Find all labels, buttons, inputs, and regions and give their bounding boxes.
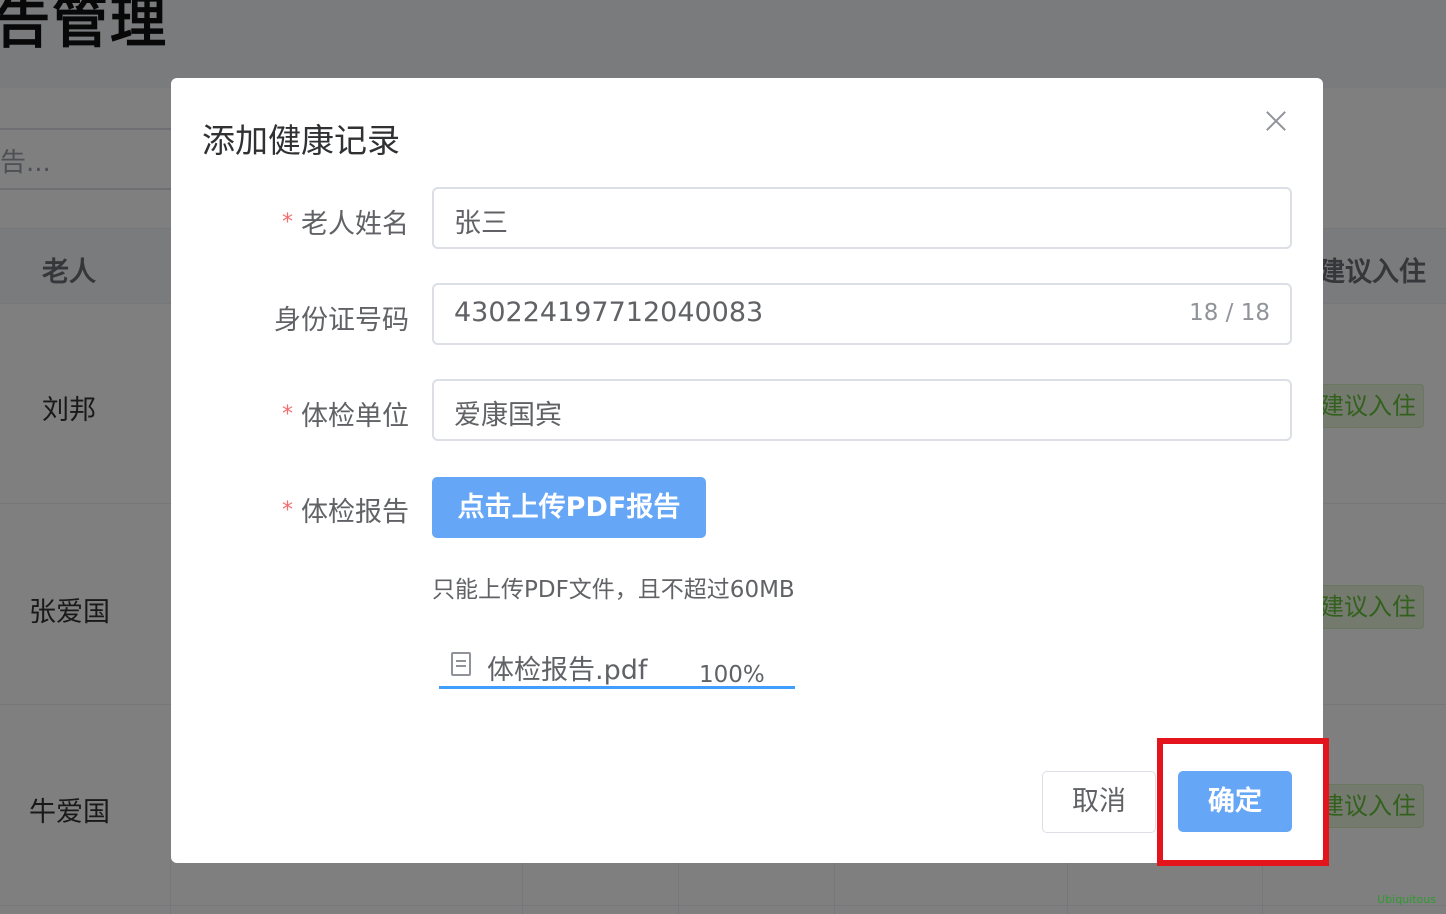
- required-asterisk: *: [282, 210, 293, 235]
- close-icon[interactable]: [1263, 108, 1289, 134]
- exam-unit-label: * 体检单位: [282, 394, 409, 433]
- cancel-button[interactable]: 取消: [1042, 771, 1156, 833]
- watermark: Ubiquitous: [1377, 893, 1436, 906]
- add-health-record-dialog: 添加健康记录 * 老人姓名 张三 身份证号码 430224197712040083…: [171, 78, 1323, 863]
- document-icon: [451, 652, 471, 676]
- required-asterisk: *: [282, 402, 293, 427]
- upload-tip: 只能上传PDF文件，且不超过60MB: [432, 577, 795, 603]
- id-number-field[interactable]: 430224197712040083 18 / 18: [432, 283, 1292, 345]
- upload-progress-text: 100%: [699, 662, 765, 688]
- dialog-title: 添加健康记录: [202, 121, 400, 160]
- upload-pdf-button[interactable]: 点击上传PDF报告: [432, 477, 706, 538]
- id-number-char-count: 18 / 18: [1189, 300, 1270, 326]
- id-number-value: 430224197712040083: [454, 297, 764, 328]
- uploaded-file-item[interactable]: 体检报告.pdf 100%: [439, 644, 795, 690]
- elder-name-label-text: 老人姓名: [301, 209, 409, 240]
- uploaded-file-name: 体检报告.pdf: [487, 655, 648, 686]
- confirm-button[interactable]: 确定: [1178, 771, 1292, 832]
- elder-name-value: 张三: [454, 208, 508, 239]
- exam-unit-value: 爱康国宾: [454, 400, 562, 431]
- id-number-label-text: 身份证号码: [274, 305, 409, 336]
- exam-unit-label-text: 体检单位: [301, 401, 409, 432]
- id-number-label: 身份证号码: [274, 298, 409, 337]
- exam-report-label: * 体检报告: [282, 490, 409, 529]
- upload-progress-bar: [439, 686, 795, 689]
- elder-name-field[interactable]: 张三: [432, 187, 1292, 249]
- upload-progress-fill: [439, 686, 795, 689]
- elder-name-label: * 老人姓名: [282, 202, 409, 241]
- exam-unit-field[interactable]: 爱康国宾: [432, 379, 1292, 441]
- required-asterisk: *: [282, 498, 293, 523]
- exam-report-label-text: 体检报告: [301, 497, 409, 528]
